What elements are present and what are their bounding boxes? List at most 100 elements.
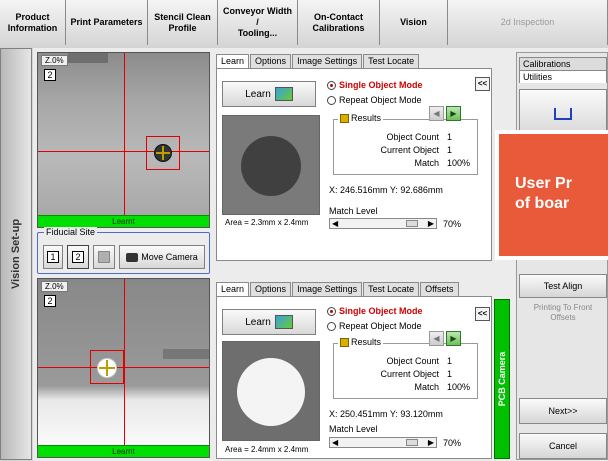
collapse-button[interactable]: << <box>475 77 490 91</box>
fiducial-cross-icon <box>106 360 108 376</box>
fiducial-site-legend: Fiducial Site <box>44 227 98 237</box>
test-align-button[interactable]: Test Align <box>519 274 607 298</box>
camera-icon <box>126 252 139 262</box>
tab-offsets[interactable]: Offsets <box>420 282 459 296</box>
learn-tabs-top: Learn Options Image Settings Test Locate <box>216 54 420 69</box>
nav-product-information[interactable]: Product Information <box>0 0 66 45</box>
learn-panel-bottom: Learn Area = 2.4mm x 2.4mm Single Object… <box>216 296 492 459</box>
results-icon <box>340 113 349 123</box>
fiducial-position: X: 250.451mm Y: 93.120mm <box>329 409 443 419</box>
match-level-slider[interactable]: ◀ ▶ <box>329 437 437 448</box>
nav-on-contact-calibrations[interactable]: On-Contact Calibrations <box>298 0 380 45</box>
match-level-slider[interactable]: ◀ ▶ <box>329 218 437 229</box>
fiducial-shape <box>241 136 301 196</box>
tab-calibrations[interactable]: Calibrations <box>519 57 607 70</box>
learnt-status-bar: Learnt <box>38 215 209 227</box>
nav-vision[interactable]: Vision <box>380 0 448 45</box>
promo-banner: User Pr of boar <box>495 130 608 260</box>
fiducial-cross-icon <box>162 146 164 160</box>
move-camera-button[interactable]: Move Camera <box>119 245 205 269</box>
board-feature <box>163 349 209 359</box>
tab-image-settings[interactable]: Image Settings <box>292 282 363 296</box>
nav-stencil-clean-profile[interactable]: Stencil Clean Profile <box>148 0 218 45</box>
slider-right-icon: ▶ <box>427 438 434 447</box>
repeat-object-mode-radio[interactable]: Repeat Object Mode <box>327 95 422 105</box>
result-nav: ◀ ▶ <box>429 106 461 121</box>
cancel-button[interactable]: Cancel <box>519 433 607 459</box>
zoom-level: Z.0% <box>41 55 68 66</box>
current-object-row: Current Object 1 <box>380 145 453 155</box>
stencil-camera-view[interactable]: Z.0% 2 Learnt <box>37 52 210 228</box>
previous-result-button[interactable]: ◀ <box>429 106 444 121</box>
nav-print-parameters[interactable]: Print Parameters <box>66 0 148 45</box>
top-navigation: Product Information Print Parameters Stenc… <box>0 0 608 45</box>
fiducial-area: Area = 2.4mm x 2.4mm <box>225 445 309 454</box>
results-group: Results Object Count 1 Current Object 1 Ma… <box>333 113 478 175</box>
next-result-button[interactable]: ▶ <box>446 331 461 346</box>
tab-learn[interactable]: Learn <box>216 54 250 69</box>
single-object-mode-radio[interactable]: Single Object Mode <box>327 80 423 90</box>
learn-button[interactable]: Learn <box>222 81 316 107</box>
tab-image-settings[interactable]: Image Settings <box>292 54 363 68</box>
learned-fiducial-preview <box>222 341 320 441</box>
nav-conveyor-width-tooling[interactable]: Conveyor Width / Tooling... <box>218 0 298 45</box>
crosshair-vertical <box>124 279 125 457</box>
learn-icon <box>274 315 293 329</box>
next-button[interactable]: Next>> <box>519 398 607 424</box>
tab-test-locate[interactable]: Test Locate <box>363 282 420 296</box>
tab-utilities[interactable]: Utilities <box>519 70 607 83</box>
fiducial-site-2-button[interactable]: 2 <box>67 245 89 269</box>
single-object-mode-radio[interactable]: Single Object Mode <box>327 306 423 316</box>
results-icon <box>340 337 349 347</box>
promo-text: User Pr of boar <box>515 175 572 212</box>
slider-left-icon: ◀ <box>332 438 339 447</box>
printing-offsets-note: Printing To Front Offsets <box>533 303 593 322</box>
match-level-value: 70% <box>443 219 462 229</box>
slider-right-icon: ▶ <box>427 219 434 228</box>
stencil-edge <box>68 53 108 63</box>
match-row: Match 100% <box>414 382 471 392</box>
learn-icon <box>274 87 293 101</box>
repeat-object-mode-radio[interactable]: Repeat Object Mode <box>327 321 422 331</box>
match-level-label: Match Level <box>329 206 378 216</box>
pcb-camera-label: PCB Camera <box>497 351 507 407</box>
move-camera-label: Move Camera <box>141 252 198 262</box>
fiducial-position: X: 246.516mm Y: 92.686mm <box>329 185 443 195</box>
tab-test-locate[interactable]: Test Locate <box>363 54 420 68</box>
learned-fiducial-preview <box>222 115 320 215</box>
pcb-camera-view[interactable]: Z.0% 2 Learnt <box>37 278 210 458</box>
zoom-level: Z.0% <box>41 281 68 292</box>
site-image-button[interactable] <box>93 245 115 269</box>
radio-selected-icon <box>327 80 336 90</box>
current-object-row: Current Object 1 <box>380 369 453 379</box>
learn-button[interactable]: Learn <box>222 309 316 335</box>
nav-2d-inspection[interactable]: 2d Inspection <box>448 0 608 45</box>
radio-selected-icon <box>327 306 336 316</box>
stencil-align-icon <box>554 108 572 120</box>
vision-setup-label: Vision Set-up <box>10 218 22 290</box>
tab-learn[interactable]: Learn <box>216 282 250 297</box>
tab-options[interactable]: Options <box>250 282 292 296</box>
fiducial-area: Area = 2.3mm x 2.4mm <box>225 218 309 227</box>
match-level-value: 70% <box>443 438 462 448</box>
previous-result-button[interactable]: ◀ <box>429 331 444 346</box>
camera-index: 2 <box>44 69 56 81</box>
radio-icon <box>327 321 336 331</box>
next-result-button[interactable]: ▶ <box>446 106 461 121</box>
results-group: Results Object Count 1 Current Object 1 Ma… <box>333 337 478 399</box>
match-row: Match 100% <box>414 158 471 168</box>
slider-left-icon: ◀ <box>332 219 339 228</box>
vision-setup-tab[interactable]: Vision Set-up <box>0 48 32 460</box>
learn-tabs-bottom: Learn Options Image Settings Test Locate Off… <box>216 282 460 297</box>
match-level-label: Match Level <box>329 424 378 434</box>
collapse-button[interactable]: << <box>475 307 490 321</box>
image-icon <box>98 251 110 263</box>
fiducial-shape <box>237 358 305 426</box>
learn-panel-top: Learn Area = 2.3mm x 2.4mm Single Object… <box>216 68 492 261</box>
slider-thumb[interactable] <box>406 439 418 446</box>
slider-thumb[interactable] <box>406 220 418 227</box>
tab-options[interactable]: Options <box>250 54 292 68</box>
fiducial-site-1-button[interactable]: 1 <box>43 245 63 269</box>
result-nav: ◀ ▶ <box>429 331 461 346</box>
pcb-camera-tab[interactable]: PCB Camera <box>494 299 510 459</box>
